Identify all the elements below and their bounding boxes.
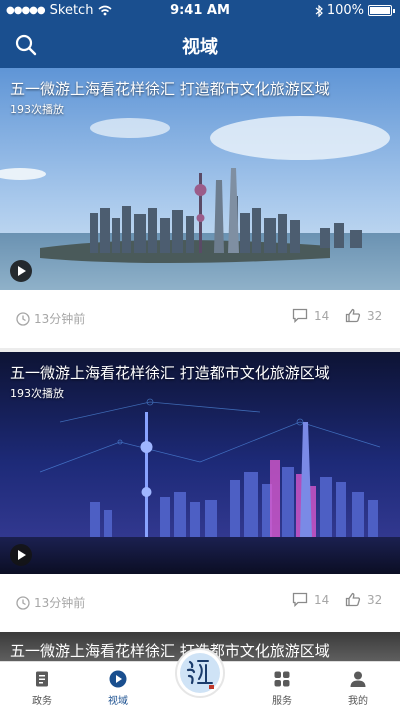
comment-button[interactable]: 14 [292, 592, 329, 607]
video-meta: 13分钟前 14 32 [0, 574, 400, 632]
posted-time-label: 13分钟前 [34, 312, 86, 326]
calligraphy-logo [180, 653, 220, 693]
battery-icon [368, 5, 395, 16]
clock-icon [16, 595, 30, 610]
video-meta: 13分钟前 14 32 [0, 290, 400, 348]
status-right: 100% [315, 3, 395, 18]
video-title: 五一微游上海看花样徐汇 打造都市文化旅游区域 [10, 80, 330, 98]
bluetooth-icon [315, 4, 323, 17]
like-button[interactable]: 32 [345, 592, 382, 607]
tab-label: 政务 [32, 696, 52, 707]
posted-time-label: 13分钟前 [34, 596, 86, 610]
posted-time: 13分钟前 [16, 594, 85, 611]
grid-icon [274, 671, 290, 687]
tab-services[interactable]: 服务 [252, 662, 312, 711]
play-count: 193次播放 [10, 387, 64, 400]
like-count: 32 [367, 592, 383, 607]
video-thumbnail[interactable]: 五一微游上海看花样徐汇 打造都市文化旅游区域 193次播放 [0, 68, 400, 290]
tab-label: 服务 [272, 696, 292, 707]
like-count: 32 [367, 308, 383, 323]
video-card[interactable]: 五一微游上海看花样徐汇 打造都市文化旅游区域 193次播放 13分钟前 14 3… [0, 352, 400, 632]
nav-bar: 视域 [0, 22, 400, 68]
comment-icon [292, 308, 308, 323]
calligraphy-logo-icon [186, 660, 214, 689]
document-icon [36, 671, 48, 687]
thumbs-up-icon [345, 308, 361, 323]
comment-count: 14 [314, 308, 330, 323]
posted-time: 13分钟前 [16, 310, 85, 327]
video-card[interactable]: 五一微游上海看花样徐汇 打造都市文化旅游区域 193次播放 13分钟前 14 3… [0, 68, 400, 348]
play-circle-icon [109, 670, 127, 688]
tab-label: 视域 [108, 696, 128, 707]
play-count: 193次播放 [10, 103, 64, 116]
center-logo-button[interactable] [175, 648, 225, 698]
comment-icon [292, 592, 308, 607]
page-title: 视域 [182, 37, 218, 58]
status-bar: ●●●●● Sketch 9:41 AM 100% [0, 0, 400, 22]
comment-count: 14 [314, 592, 330, 607]
tab-government[interactable]: 政务 [12, 662, 72, 711]
video-thumbnail[interactable]: 五一微游上海看花样徐汇 打造都市文化旅游区域 193次播放 [0, 352, 400, 574]
video-title: 五一微游上海看花样徐汇 打造都市文化旅游区域 [10, 364, 330, 382]
play-button[interactable] [10, 544, 32, 566]
user-icon [350, 671, 366, 687]
comment-button[interactable]: 14 [292, 308, 329, 323]
video-title: 五一微游上海看花样徐汇 打造都市文化旅游区域 [10, 642, 330, 660]
tab-label: 我的 [348, 696, 368, 707]
play-button[interactable] [10, 260, 32, 282]
like-button[interactable]: 32 [345, 308, 382, 323]
battery-percent: 100% [326, 3, 364, 18]
thumbs-up-icon [345, 592, 361, 607]
clock-icon [16, 311, 30, 326]
tab-video[interactable]: 视域 [88, 662, 148, 711]
tab-profile[interactable]: 我的 [328, 662, 388, 711]
